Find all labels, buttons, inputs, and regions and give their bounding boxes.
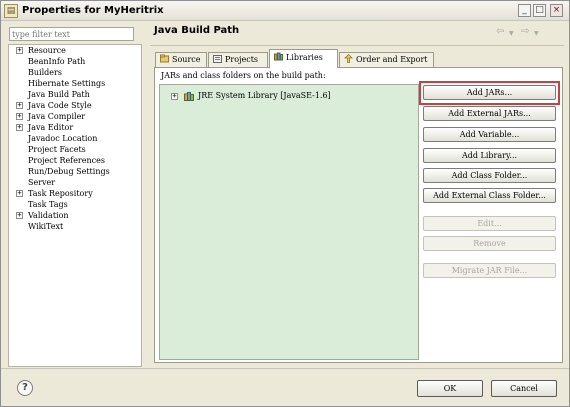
window-title: Properties for MyHeritrix xyxy=(22,5,164,16)
add-external-jars-button[interactable]: Add External JARs... xyxy=(423,106,556,121)
minimize-button[interactable]: _ xyxy=(518,4,531,17)
ok-button[interactable]: OK xyxy=(417,380,483,397)
tab-projects[interactable]: Projects xyxy=(208,52,268,67)
dropdown-icon[interactable]: ▼ xyxy=(534,29,539,39)
tab-source[interactable]: Source xyxy=(155,52,207,67)
property-page-tree: + Resource BeanInfo Path Builders Hibern… xyxy=(8,44,142,367)
maximize-button[interactable]: □ xyxy=(533,4,546,17)
build-path-list[interactable]: + JRE System Library [JavaSE-1.6] xyxy=(159,84,419,360)
dropdown-icon[interactable]: ▼ xyxy=(509,29,514,39)
tab-order-and-export[interactable]: Order and Export xyxy=(339,52,434,67)
add-external-class-folder-button[interactable]: Add External Class Folder... xyxy=(423,188,556,203)
back-arrow-icon[interactable]: ⇦ xyxy=(496,27,504,37)
header-divider xyxy=(150,45,564,46)
splitter-sash[interactable] xyxy=(144,23,148,368)
add-variable-button[interactable]: Add Variable... xyxy=(423,127,556,142)
filter-input[interactable] xyxy=(9,27,134,41)
close-button[interactable]: × xyxy=(550,4,563,17)
panel-caption: JARs and class folders on the build path… xyxy=(161,71,326,80)
properties-dialog: ▤ Properties for MyHeritrix _ □ × + Reso… xyxy=(0,0,570,407)
title-bar: ▤ Properties for MyHeritrix _ □ × xyxy=(1,1,569,21)
order-export-icon xyxy=(344,54,353,63)
cancel-button[interactable]: Cancel xyxy=(491,380,557,397)
forward-arrow-icon[interactable]: ⇨ xyxy=(521,27,529,37)
add-library-button[interactable]: Add Library... xyxy=(423,148,556,163)
migrate-jar-file-button[interactable]: Migrate JAR File... xyxy=(423,263,556,278)
remove-button[interactable]: Remove xyxy=(423,236,556,251)
tab-libraries[interactable]: Libraries xyxy=(269,49,338,68)
expand-icon[interactable]: + xyxy=(16,212,23,219)
expand-icon[interactable]: + xyxy=(16,190,23,197)
edit-button[interactable]: Edit... xyxy=(423,216,556,231)
expand-icon[interactable]: + xyxy=(16,47,23,54)
projects-icon xyxy=(213,55,222,63)
add-class-folder-button[interactable]: Add Class Folder... xyxy=(423,168,556,183)
expand-icon[interactable]: + xyxy=(16,102,23,109)
expand-icon[interactable]: + xyxy=(16,124,23,131)
add-jars-button[interactable]: Add JARs... xyxy=(423,85,556,100)
help-icon[interactable]: ? xyxy=(17,380,33,396)
footer-divider xyxy=(1,368,569,369)
expand-icon[interactable]: + xyxy=(16,113,23,120)
page-title: Java Build Path xyxy=(154,25,240,36)
source-folder-icon xyxy=(160,54,169,63)
libraries-panel: JARs and class folders on the build path… xyxy=(154,67,563,363)
expand-icon[interactable]: + xyxy=(171,93,178,100)
libraries-icon xyxy=(274,52,283,61)
library-icon xyxy=(184,92,194,101)
properties-icon: ▤ xyxy=(4,4,18,18)
